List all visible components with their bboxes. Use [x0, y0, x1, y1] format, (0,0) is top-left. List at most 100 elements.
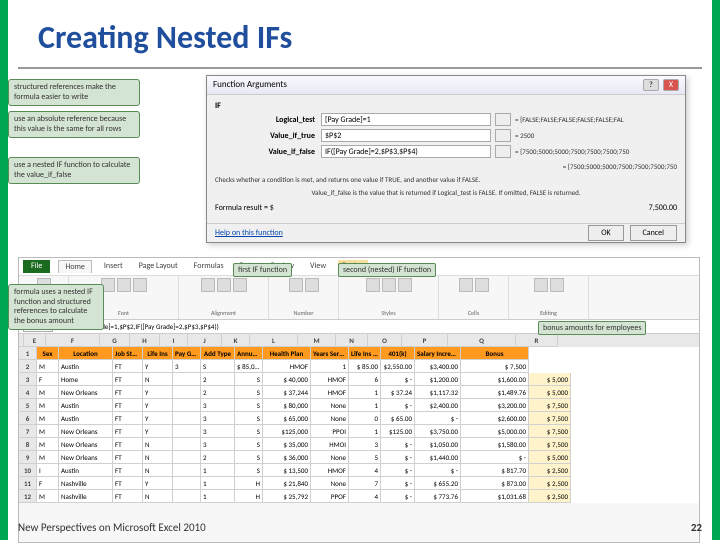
cell[interactable]: M: [37, 451, 59, 464]
cell[interactable]: $ -: [415, 412, 461, 425]
cell[interactable]: $2,600.00: [461, 412, 529, 425]
cell[interactable]: New Orleans: [59, 438, 113, 451]
row-header[interactable]: 4: [19, 386, 37, 399]
cell[interactable]: $ 85.00: [349, 360, 381, 373]
cell[interactable]: 1: [201, 477, 235, 490]
cell[interactable]: $3,200.00: [461, 399, 529, 412]
row-header[interactable]: 10: [19, 464, 37, 477]
ok-button[interactable]: OK: [588, 225, 623, 241]
cell[interactable]: FT: [113, 360, 143, 373]
row-header[interactable]: 9: [19, 451, 37, 464]
cell[interactable]: S: [235, 412, 263, 425]
cell[interactable]: I: [37, 464, 59, 477]
cell[interactable]: $ 5,000: [529, 386, 571, 399]
cell[interactable]: [173, 373, 201, 386]
cell[interactable]: 1: [201, 464, 235, 477]
cell[interactable]: FT: [113, 464, 143, 477]
cell[interactable]: 6: [349, 373, 381, 386]
cell[interactable]: 3: [173, 360, 201, 373]
cell[interactable]: $125.00: [381, 425, 415, 438]
table-row[interactable]: 8MNew OrleansFTN3S$ 35,000HMOI3$ -$1,050…: [19, 438, 699, 451]
cell[interactable]: $ 80,000: [263, 399, 311, 412]
col-header[interactable]: L: [250, 334, 298, 347]
cell[interactable]: $ 25,792: [263, 490, 311, 503]
cell[interactable]: [173, 386, 201, 399]
cell[interactable]: $5,000.00: [461, 425, 529, 438]
cell[interactable]: S: [201, 360, 235, 373]
row-header[interactable]: 11: [19, 477, 37, 490]
cell[interactable]: $ -: [381, 399, 415, 412]
cell[interactable]: [173, 490, 201, 503]
col-header[interactable]: Q: [448, 334, 516, 347]
cell[interactable]: S: [235, 438, 263, 451]
cell[interactable]: 4: [349, 464, 381, 477]
cell[interactable]: 1: [349, 425, 381, 438]
cell[interactable]: $3,400.00: [415, 360, 461, 373]
cell[interactable]: $ -: [415, 464, 461, 477]
col-header[interactable]: K: [222, 334, 250, 347]
cell[interactable]: Y: [143, 425, 173, 438]
table-row[interactable]: 2MAustinFTY3S$ 85,000HMOF1$ 85.00$2,550.…: [19, 360, 699, 373]
cell[interactable]: N: [143, 464, 173, 477]
cell[interactable]: FT: [113, 373, 143, 386]
col-header[interactable]: F: [46, 334, 100, 347]
cell[interactable]: $ 37.24: [381, 386, 415, 399]
cell[interactable]: [173, 425, 201, 438]
cell[interactable]: $ -: [381, 477, 415, 490]
cell[interactable]: $ 7,500: [529, 438, 571, 451]
cell[interactable]: Austin: [59, 464, 113, 477]
cell[interactable]: $ 21,840: [263, 477, 311, 490]
row-header[interactable]: 2: [19, 360, 37, 373]
cell[interactable]: M: [37, 386, 59, 399]
cell[interactable]: $ 40,000: [263, 373, 311, 386]
cell[interactable]: [173, 412, 201, 425]
col-header[interactable]: N: [336, 334, 368, 347]
table-row[interactable]: 7MNew OrleansFTY3S$125,000PPOI1$125.00$3…: [19, 425, 699, 438]
cell[interactable]: S: [235, 373, 263, 386]
cell[interactable]: Y: [143, 399, 173, 412]
cell[interactable]: M: [37, 490, 59, 503]
table-row[interactable]: 6MAustinFTY3S$ 65,000None0$ 65.00$ -$2,6…: [19, 412, 699, 425]
cell[interactable]: HMOF: [311, 386, 349, 399]
col-header[interactable]: O: [368, 334, 402, 347]
cell[interactable]: $ 5,000: [529, 373, 571, 386]
cell[interactable]: PPOF: [311, 490, 349, 503]
cell[interactable]: $ 773.76: [415, 490, 461, 503]
cell[interactable]: $ 7,500: [529, 425, 571, 438]
cell[interactable]: N: [143, 438, 173, 451]
cell[interactable]: $ -: [381, 490, 415, 503]
cell[interactable]: None: [311, 399, 349, 412]
row-header[interactable]: 7: [19, 425, 37, 438]
cell[interactable]: $ -: [461, 451, 529, 464]
cell[interactable]: M: [37, 425, 59, 438]
cell[interactable]: 4: [349, 490, 381, 503]
tab-home[interactable]: Home: [58, 260, 92, 273]
table-row[interactable]: 3FHomeFTN2S$ 40,000HMOF6$ -$1,200.00$1,6…: [19, 373, 699, 386]
cell[interactable]: [173, 477, 201, 490]
table-row[interactable]: 10IAustinFTN1S$ 13,500HMOF4$ -$ -$ 817.7…: [19, 464, 699, 477]
cell[interactable]: N: [143, 451, 173, 464]
cell[interactable]: $125,000: [263, 425, 311, 438]
cell[interactable]: $ 85,000: [235, 360, 263, 373]
tab-file[interactable]: File: [23, 260, 50, 273]
cell[interactable]: $1,050.00: [415, 438, 461, 451]
help-icon[interactable]: ?: [643, 79, 659, 91]
cell[interactable]: $ 35,000: [263, 438, 311, 451]
cell[interactable]: $1,200.00: [415, 373, 461, 386]
cell[interactable]: $3,750.00: [415, 425, 461, 438]
cell[interactable]: None: [311, 477, 349, 490]
cell[interactable]: [173, 399, 201, 412]
cell[interactable]: $ 13,500: [263, 464, 311, 477]
cell[interactable]: 2: [201, 451, 235, 464]
cell[interactable]: $ 5,000: [529, 451, 571, 464]
cell[interactable]: 1: [349, 386, 381, 399]
table-row[interactable]: 4MNew OrleansFTY2S$ 37,244HMOF1$ 37.24$1…: [19, 386, 699, 399]
cell[interactable]: $2,550.00: [381, 360, 415, 373]
cell[interactable]: S: [235, 451, 263, 464]
cell[interactable]: [173, 464, 201, 477]
tab-formulas[interactable]: Formulas: [190, 260, 228, 273]
cell[interactable]: $1,489.76: [461, 386, 529, 399]
tab-insert[interactable]: Insert: [100, 260, 127, 273]
cell[interactable]: 3: [201, 438, 235, 451]
cell[interactable]: PPOI: [311, 425, 349, 438]
